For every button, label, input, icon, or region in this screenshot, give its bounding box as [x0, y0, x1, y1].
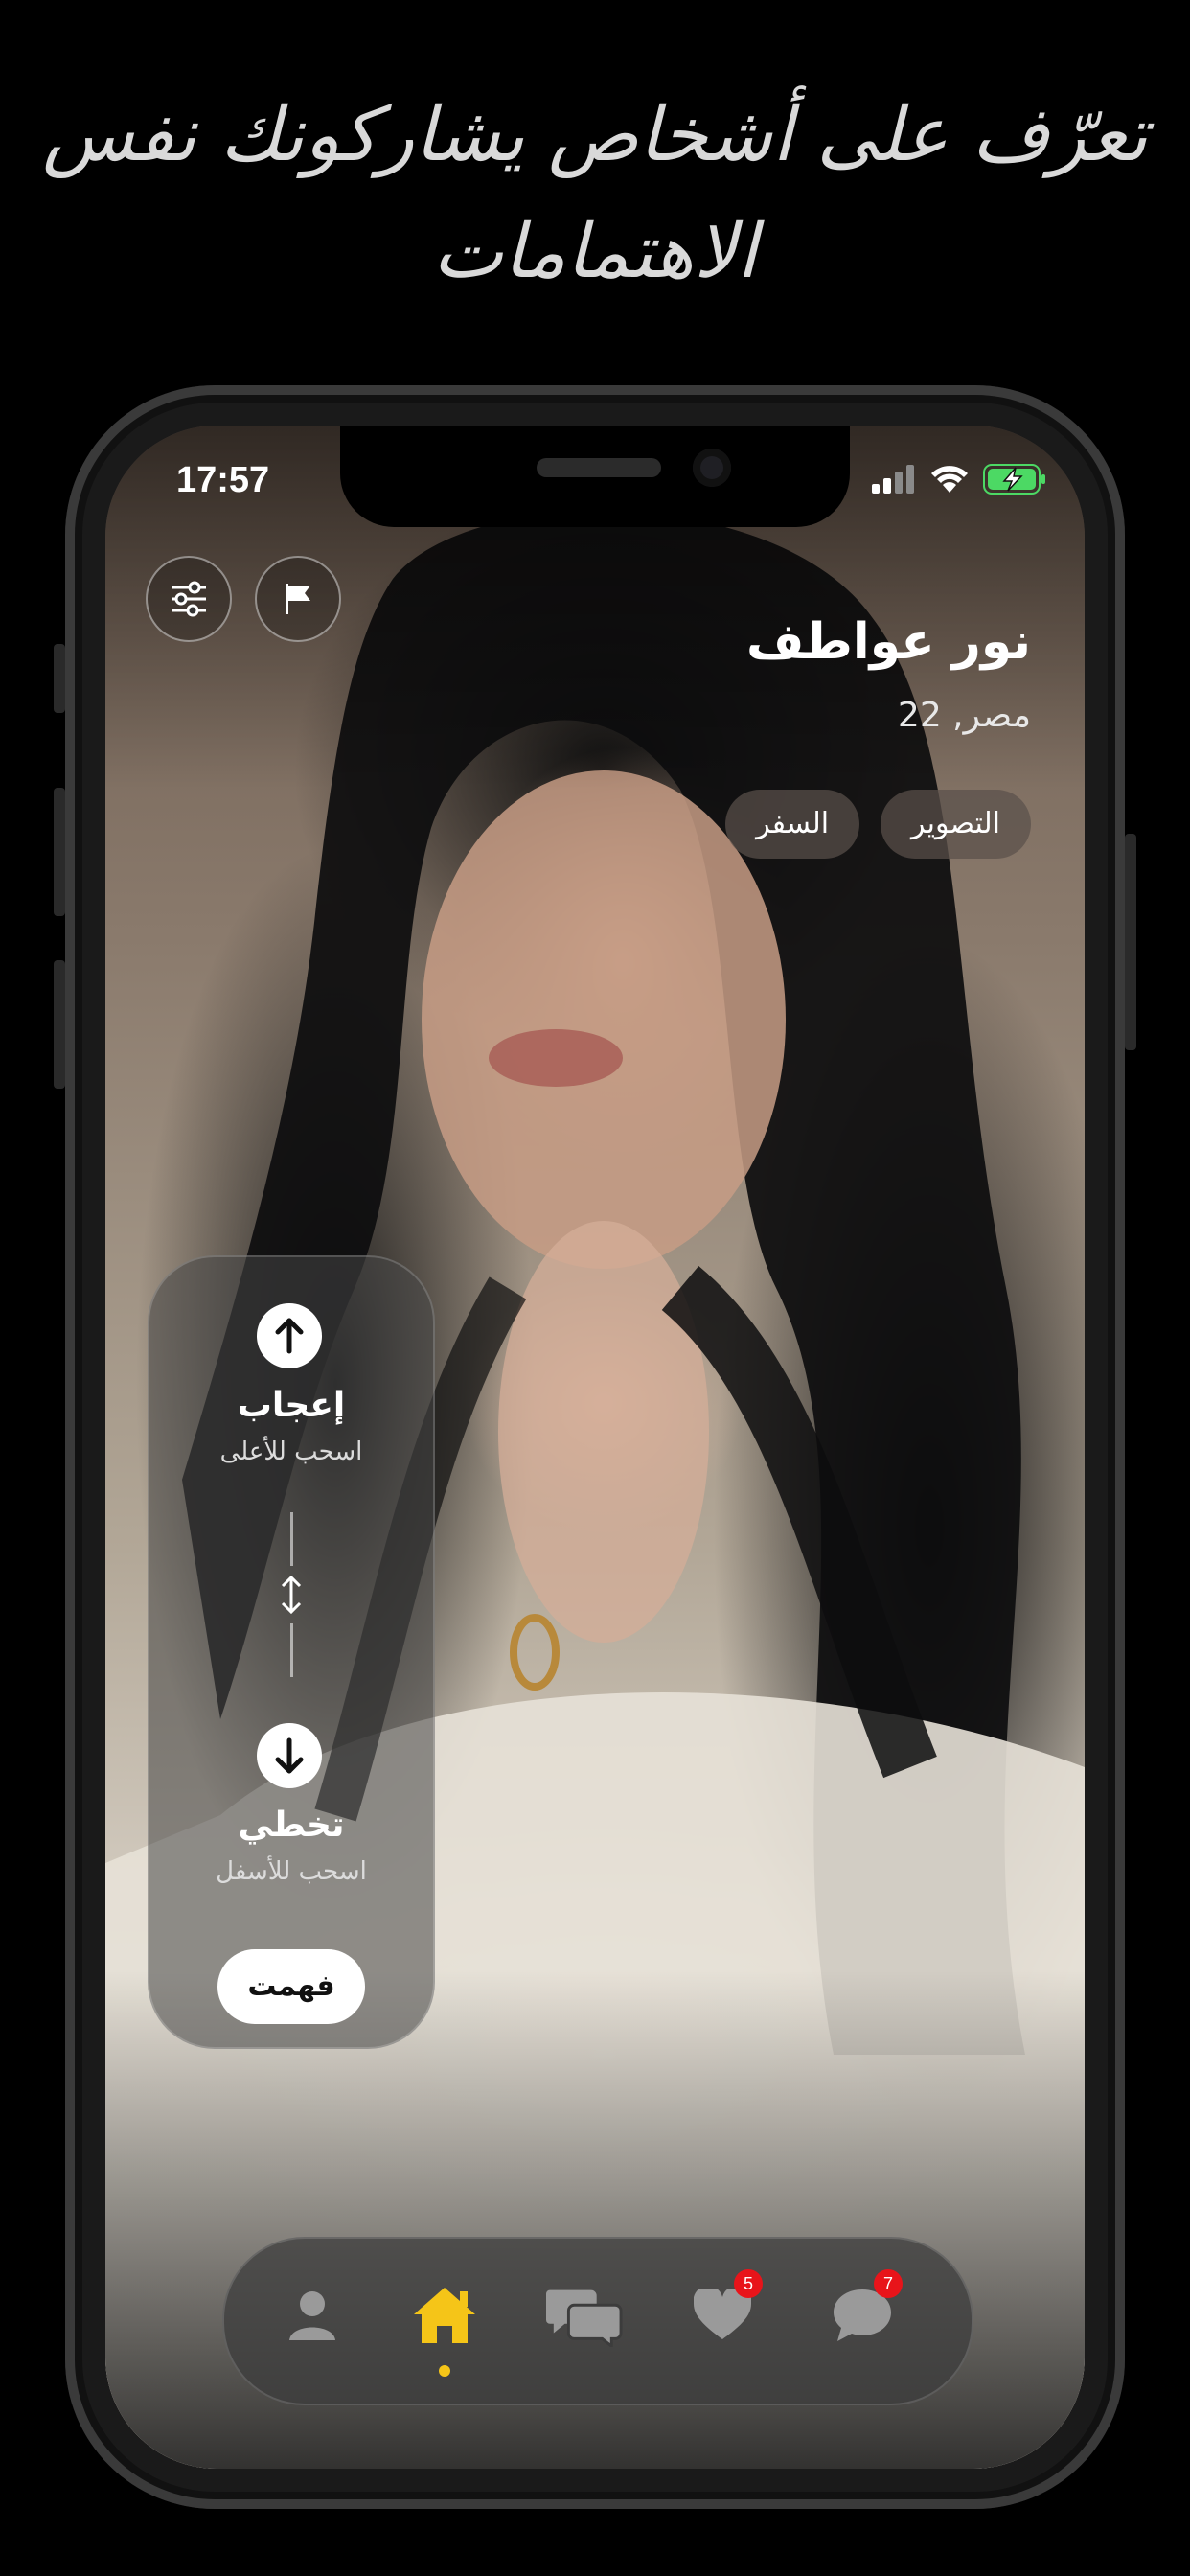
nav-likes[interactable]: 5: [684, 2269, 763, 2354]
swipe-down-icon: [257, 1723, 322, 1788]
earpiece-speaker: [537, 458, 661, 477]
nav-messages[interactable]: 7: [824, 2269, 903, 2354]
divider-line-top: [290, 1512, 293, 1566]
filters-button[interactable]: [146, 556, 232, 642]
front-camera: [693, 448, 731, 487]
phone-screen: 17:57 نور عواطف 22 ,مصر التصوير السفر إع…: [105, 426, 1085, 2469]
wifi-icon: [931, 466, 968, 493]
messages-badge: 7: [874, 2269, 903, 2298]
volume-up-button: [54, 788, 65, 916]
home-icon: [414, 2288, 475, 2343]
promo-headline: تعرّف على أشخاص يشاركونك نفس الاهتمامات: [0, 77, 1190, 310]
interest-chip[interactable]: السفر: [725, 790, 860, 859]
sliders-icon: [172, 581, 206, 617]
cellular-signal-icon: [872, 465, 914, 494]
divider-line-bottom: [290, 1623, 293, 1677]
chat-bubbles-icon: [546, 2289, 623, 2347]
swipe-tutorial-card: إعجاب اسحب للأعلى تخطي اسحب للأسفل فهمت: [148, 1255, 435, 2049]
report-button[interactable]: [255, 556, 341, 642]
status-icons: [872, 464, 1046, 494]
nav-profile[interactable]: [274, 2277, 351, 2354]
interest-chips: التصوير السفر: [725, 790, 1031, 859]
status-time: 17:57: [176, 460, 270, 500]
swipe-up-icon: [257, 1303, 322, 1368]
skip-title: تخطي: [238, 1806, 345, 1845]
like-hint: اسحب للأعلى: [219, 1438, 363, 1466]
interest-chip[interactable]: التصوير: [881, 790, 1031, 859]
promo-headline-line-1: تعرّف على أشخاص يشاركونك نفس: [42, 92, 1148, 178]
got-it-button[interactable]: فهمت: [217, 1949, 365, 2024]
likes-badge: 5: [734, 2269, 763, 2298]
skip-hint: اسحب للأسفل: [216, 1857, 367, 1886]
like-title: إعجاب: [237, 1386, 346, 1425]
nav-home[interactable]: [406, 2277, 483, 2354]
battery-charging-icon: [983, 464, 1045, 494]
active-indicator-dot: [439, 2365, 450, 2377]
profile-name: نور عواطف: [745, 613, 1031, 671]
volume-down-button: [54, 960, 65, 1089]
nav-chats[interactable]: [546, 2277, 623, 2354]
bottom-nav-bar: 5 7: [222, 2237, 973, 2405]
profile-age-location: 22 ,مصر: [897, 696, 1031, 735]
flag-icon: [286, 584, 310, 614]
up-down-arrows-icon: [281, 1575, 302, 1615]
promo-headline-line-2: الاهتمامات: [432, 209, 758, 295]
power-button: [1125, 834, 1136, 1050]
person-icon: [289, 2291, 335, 2340]
mute-switch: [54, 644, 65, 713]
notch: [340, 426, 850, 527]
app-store-screenshot: تعرّف على أشخاص يشاركونك نفس الاهتمامات …: [0, 0, 1190, 2576]
